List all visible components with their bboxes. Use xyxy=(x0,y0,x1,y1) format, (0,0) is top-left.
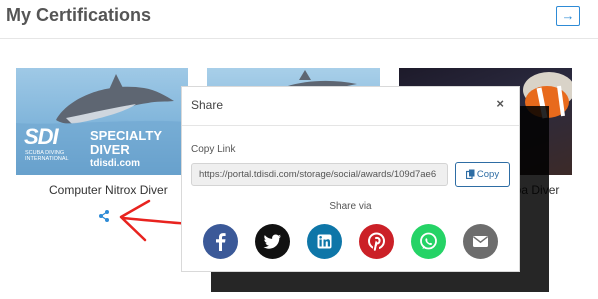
whatsapp-icon xyxy=(411,224,446,259)
envelope-icon xyxy=(463,224,498,259)
badge-line-1: SPECIALTY xyxy=(90,128,162,143)
facebook-share-button[interactable] xyxy=(203,224,238,259)
twitter-share-button[interactable] xyxy=(255,224,290,259)
badge-org: SCUBA DIVING INTERNATIONAL xyxy=(25,150,69,162)
arrow-button[interactable]: → xyxy=(556,6,580,26)
share-modal: Share × Copy Link https://portal.tdisdi.… xyxy=(181,86,520,272)
badge-line-2: DIVER xyxy=(90,142,130,157)
certification-title: Computer Nitrox Diver xyxy=(49,183,168,197)
share-via-label: Share via xyxy=(329,201,372,212)
page-title: My Certifications xyxy=(6,5,152,25)
whatsapp-share-button[interactable] xyxy=(411,224,446,259)
modal-divider xyxy=(182,125,519,126)
email-share-button[interactable] xyxy=(463,224,498,259)
certification-card-image[interactable]: SDI SCUBA DIVING INTERNATIONAL SPECIALTY… xyxy=(16,68,188,175)
pinterest-share-button[interactable] xyxy=(359,224,394,259)
copy-button-label: Copy xyxy=(476,169,500,180)
facebook-icon xyxy=(203,224,238,259)
header-divider xyxy=(0,38,598,39)
copy-button[interactable]: Copy xyxy=(455,162,510,187)
linkedin-share-button[interactable] xyxy=(307,224,342,259)
copy-link-label: Copy Link xyxy=(191,144,236,155)
modal-title: Share xyxy=(191,98,224,112)
pinterest-icon xyxy=(359,224,394,259)
linkedin-icon xyxy=(307,224,342,259)
share-icon[interactable] xyxy=(99,210,109,222)
twitter-icon xyxy=(255,224,290,259)
copy-icon xyxy=(465,169,475,180)
share-link-field[interactable]: https://portal.tdisdi.com/storage/social… xyxy=(191,163,448,186)
close-button[interactable]: × xyxy=(496,97,504,111)
badge-site: tdisdi.com xyxy=(90,158,141,169)
badge-logo: SDI xyxy=(24,124,59,149)
